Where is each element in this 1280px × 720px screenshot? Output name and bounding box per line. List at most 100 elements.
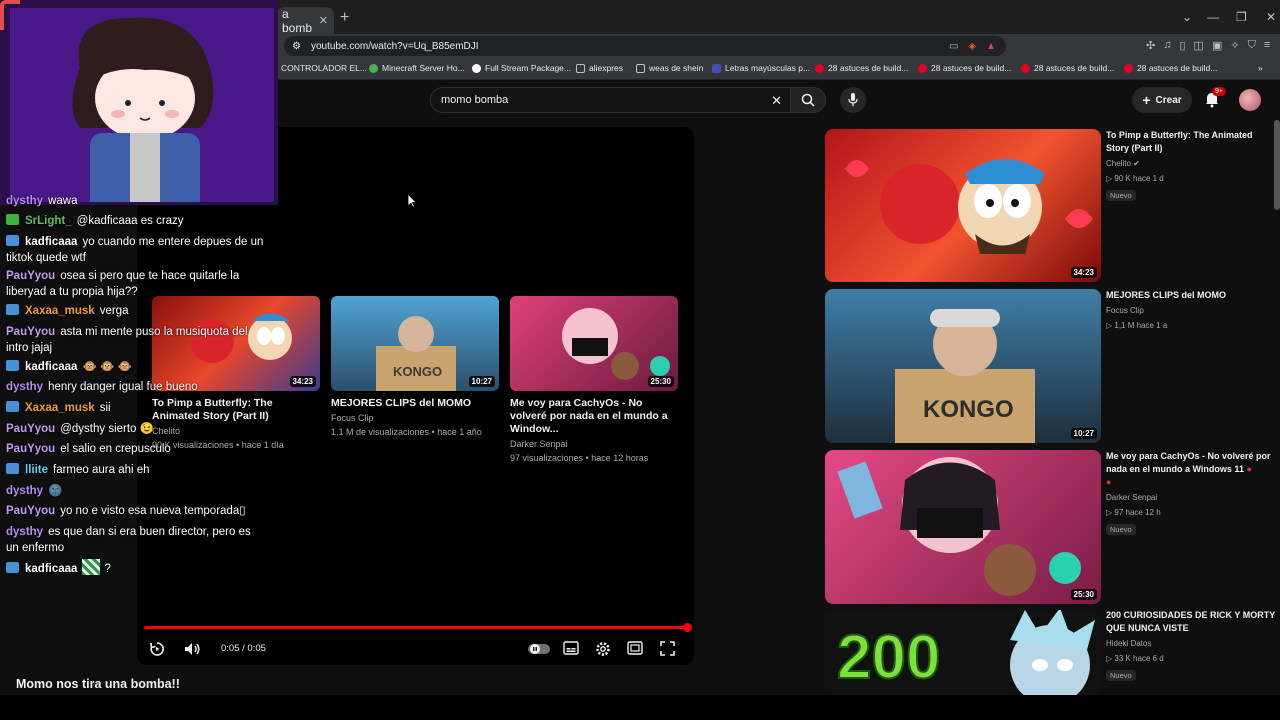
rec-info: MEJORES CLIPS del MOMO Focus Clip ▷ 1,1 … [1106, 289, 1276, 332]
angry-emoji-icon: ● [1106, 477, 1112, 487]
volume-icon[interactable] [184, 641, 201, 657]
bookmark-item[interactable]: 28 astuces de build... [815, 63, 908, 73]
chat-message: Xaxaa_musk verga [6, 303, 266, 319]
bookmark-item[interactable]: Full Stream Package... [472, 63, 571, 73]
tab-close-icon[interactable]: ✕ [319, 14, 328, 27]
bookmark-item[interactable]: Minecraft Server Ho... [369, 63, 465, 73]
close-window-icon[interactable]: ✕ [1266, 10, 1276, 24]
clear-search-icon[interactable]: ✕ [771, 93, 782, 109]
rec-meta: ▷ 90 K hace 1 d [1106, 174, 1164, 183]
search-button[interactable] [790, 87, 826, 113]
chat-badge-icon [6, 214, 19, 225]
voice-search-button[interactable] [840, 87, 866, 113]
extensions-icon[interactable]: ✣ [1146, 39, 1155, 52]
chat-badge-icon [6, 463, 19, 474]
browser-tab[interactable]: a bomb ✕ [276, 7, 334, 35]
cast-icon[interactable]: ▭ [949, 41, 958, 52]
rec-thumbnail: KONGO 10:27 [825, 289, 1101, 443]
duration-badge: 25:30 [647, 376, 674, 387]
chat-message: dysthy es que dan si era buen director, p… [6, 526, 251, 554]
screen: a bomb ✕ + ⌄ — ❐ ✕ ⚙ youtube.com/watch?v… [0, 0, 1280, 720]
endscreen-title: Me voy para CachyOs - No volveré por nad… [510, 397, 668, 435]
endscreen-channel: Focus Clip [331, 413, 374, 423]
rec-info: 200 CURIOSIDADES DE RICK Y MORTY QUE NUN… [1106, 609, 1276, 683]
bookmarks-overflow-icon[interactable]: » [1258, 63, 1263, 73]
rec-meta: ▷ 97 hace 12 h [1106, 508, 1161, 517]
rec-channel: Hideki Datos [1106, 639, 1152, 648]
pinterest-icon [1021, 63, 1030, 73]
page-scrollbar[interactable] [1274, 120, 1280, 210]
bookmark-item[interactable]: CONTROLADOR EL... [281, 63, 367, 73]
microphone-icon [848, 93, 858, 106]
rec-title: 200 CURIOSIDADES DE RICK Y MORTY QUE NUN… [1106, 610, 1276, 633]
reader-icon[interactable]: ▯ [1179, 39, 1185, 52]
chat-message: kadficaaa 🐵 🐵 🐵 [6, 359, 266, 375]
url-text: youtube.com/watch?v=Uq_B85emDJI [310, 40, 479, 52]
stream-icon [472, 63, 481, 73]
svg-text:KONGO: KONGO [923, 396, 1014, 423]
bookmark-item[interactable]: 28 astuces de build... [1124, 63, 1217, 73]
bookmark-item[interactable]: Letras mayúsculas p... [712, 63, 810, 73]
rewards-icon[interactable]: ▲ [986, 41, 996, 52]
rec-title: To Pimp a Butterfly: The Animated Story … [1106, 130, 1253, 153]
rec-channel: Chelito ✔ [1106, 159, 1140, 168]
site-info-icon[interactable]: ⚙ [292, 41, 301, 52]
theater-mode-icon[interactable] [627, 641, 643, 655]
subtitles-icon[interactable] [563, 641, 579, 655]
chat-message: PauYyou asta mi mente puso la musiquota d… [6, 326, 248, 354]
duration-badge: 34:23 [1070, 267, 1097, 278]
autoplay-toggle[interactable] [528, 643, 550, 655]
chat-message: dysthy henry danger igual fue bueno [6, 381, 198, 393]
replay-icon[interactable] [149, 641, 165, 657]
user-avatar[interactable] [1239, 89, 1261, 111]
letters-icon [712, 63, 721, 73]
chat-message: PauYyou el salio en crepusculo [6, 443, 171, 455]
rec-channel: Darker Senpai [1106, 493, 1158, 502]
endscreen-card[interactable]: KONGO 10:27 MEJORES CLIPS del MOMO Focus… [331, 296, 499, 438]
chat-message: PauYyou @dysthy sierto 😉 [6, 423, 154, 435]
progress-scrubber[interactable] [683, 623, 692, 632]
rec-info: Me voy para CachyOs - No volveré por nad… [1106, 450, 1276, 537]
progress-bar[interactable] [144, 626, 687, 629]
wallet-icon[interactable]: ▣ [1212, 39, 1222, 52]
rec-title: Me voy para CachyOs - No volveré por nad… [1106, 451, 1271, 487]
media-icon[interactable]: ♫ [1163, 39, 1171, 52]
streamer-thumbnail: KONGO [895, 309, 1035, 443]
endscreen-title: MEJORES CLIPS del MOMO [331, 397, 472, 409]
duration-badge: 10:27 [1070, 428, 1097, 439]
toolbar-icons: ✣ ♫ ▯ ◫ ▣ ✧ ⛉ ≡ [1146, 39, 1270, 52]
menu-icon[interactable]: ≡ [1264, 39, 1270, 52]
endscreen-channel: Darker Senpai [510, 439, 568, 449]
rec-thumbnail: 34:23 [825, 129, 1101, 282]
folder-icon [636, 63, 645, 73]
chat-message: dysthy wawa [6, 195, 78, 207]
tab-list-icon[interactable]: ⌄ [1182, 10, 1192, 24]
address-bar[interactable]: ⚙ youtube.com/watch?v=Uq_B85emDJI ▭ ◈ ▲ [284, 36, 1006, 56]
qr-emote-icon [82, 559, 101, 575]
sidebar-icon[interactable]: ◫ [1194, 39, 1204, 52]
vpn-icon[interactable]: ⛉ [1248, 39, 1256, 52]
settings-gear-icon[interactable] [595, 641, 611, 657]
svg-text:200: 200 [837, 623, 940, 692]
svg-text:KONGO: KONGO [393, 364, 442, 379]
chat-badge-icon [6, 401, 19, 412]
chat-message: lliite farmeo aura ahi eh [6, 462, 266, 478]
folder-icon [576, 63, 585, 73]
brave-icon[interactable]: ◈ [968, 41, 976, 52]
bookmark-item[interactable]: weas de shein [636, 63, 703, 73]
chat-badge-icon [6, 304, 19, 315]
leo-icon[interactable]: ✧ [1230, 39, 1239, 52]
rec-title: MEJORES CLIPS del MOMO [1106, 290, 1227, 300]
search-input[interactable]: momo bomba ✕ [430, 87, 790, 113]
endscreen-card[interactable]: 25:30 Me voy para CachyOs - No volveré p… [510, 296, 678, 464]
restore-icon[interactable]: ❐ [1236, 10, 1247, 24]
bookmark-item[interactable]: 28 astuces de build... [918, 63, 1011, 73]
fullscreen-icon[interactable] [660, 641, 675, 656]
new-tab-icon[interactable]: + [340, 9, 349, 27]
minimize-icon[interactable]: — [1207, 10, 1219, 24]
endscreen-thumbnail: 25:30 [510, 296, 678, 391]
bookmark-item[interactable]: aliexpres [576, 63, 623, 73]
create-button[interactable]: + Crear [1132, 87, 1192, 113]
bookmark-item[interactable]: 28 astuces de build... [1021, 63, 1114, 73]
create-label: Crear [1155, 94, 1182, 106]
